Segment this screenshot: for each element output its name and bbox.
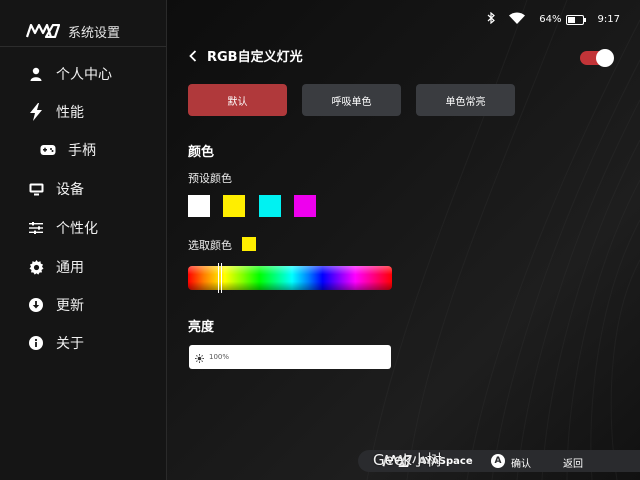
mode-breathing-button[interactable]: 呼吸单色 bbox=[302, 84, 401, 116]
brightness-section-title: 亮度 bbox=[188, 320, 215, 335]
app-title: 系统设置 bbox=[68, 25, 121, 41]
sidebar-item-general[interactable]: 通用 bbox=[28, 255, 84, 279]
sidebar-item-label: 关于 bbox=[56, 336, 84, 352]
download-icon bbox=[28, 297, 44, 313]
sidebar: 系统设置 个人中心 性能 手柄 设备 个性化 通用 更新 关于 bbox=[0, 0, 167, 480]
sidebar-item-device[interactable]: 设备 bbox=[28, 177, 84, 201]
user-icon bbox=[28, 66, 44, 82]
sidebar-item-label: 个性化 bbox=[56, 221, 98, 237]
color-spectrum-slider[interactable] bbox=[188, 263, 392, 293]
picked-color-label: 选取颜色 bbox=[188, 239, 232, 252]
sidebar-item-label: 通用 bbox=[56, 260, 84, 276]
sidebar-item-update[interactable]: 更新 bbox=[28, 293, 84, 317]
sidebar-item-label: 个人中心 bbox=[56, 67, 112, 83]
sun-icon bbox=[195, 348, 204, 367]
sidebar-item-about[interactable]: 关于 bbox=[28, 331, 84, 355]
status-bar: 64% 9:17 bbox=[487, 11, 620, 27]
brightness-value: 100% bbox=[209, 353, 230, 361]
confirm-hint: 确认 bbox=[511, 459, 531, 470]
sidebar-item-label: 性能 bbox=[56, 105, 84, 121]
preset-swatch-white[interactable] bbox=[188, 195, 210, 217]
brightness-slider[interactable]: 100% bbox=[189, 345, 391, 369]
battery: 64% bbox=[539, 14, 586, 25]
info-icon bbox=[28, 335, 44, 351]
battery-percent: 64% bbox=[539, 14, 562, 25]
back-chevron-icon[interactable] bbox=[189, 47, 201, 62]
sidebar-item-profile[interactable]: 个人中心 bbox=[28, 62, 112, 86]
rgb-toggle[interactable] bbox=[580, 49, 614, 67]
spectrum-handle[interactable] bbox=[218, 263, 222, 293]
sidebar-item-label: 设备 bbox=[56, 182, 84, 198]
battery-icon bbox=[565, 14, 586, 25]
mode-default-button[interactable]: 默认 bbox=[188, 84, 287, 116]
display-icon bbox=[28, 181, 44, 197]
brand: 系统设置 bbox=[26, 20, 120, 42]
page-title: RGB自定义灯光 bbox=[207, 50, 303, 65]
lightning-icon bbox=[28, 103, 44, 121]
sidebar-item-gamepad[interactable]: 手柄 bbox=[40, 138, 96, 162]
main-panel: 64% 9:17 RGB自定义灯光 默认 呼吸单色 单色常亮 颜色 预设颜色 选… bbox=[167, 0, 640, 480]
preset-color-label: 预设颜色 bbox=[188, 172, 232, 185]
back-hint: 返回 bbox=[563, 459, 583, 470]
preset-swatch-cyan[interactable] bbox=[259, 195, 281, 217]
clock: 9:17 bbox=[597, 14, 620, 25]
sidebar-item-label: 手柄 bbox=[68, 143, 96, 159]
wifi-icon bbox=[509, 12, 526, 27]
sidebar-item-label: 更新 bbox=[56, 298, 84, 314]
sidebar-item-personalize[interactable]: 个性化 bbox=[28, 216, 98, 240]
picked-color-swatch bbox=[242, 237, 256, 251]
preset-swatch-yellow[interactable] bbox=[223, 195, 245, 217]
watermark: Geek小树 bbox=[373, 451, 442, 469]
gear-icon bbox=[28, 259, 44, 275]
sidebar-item-performance[interactable]: 性能 bbox=[28, 100, 84, 124]
gamepad-icon bbox=[40, 142, 56, 158]
preset-swatch-magenta[interactable] bbox=[294, 195, 316, 217]
bluetooth-icon bbox=[487, 11, 496, 27]
ayaneo-logo bbox=[26, 24, 60, 38]
a-button-icon: A bbox=[491, 454, 505, 468]
mode-solid-button[interactable]: 单色常亮 bbox=[416, 84, 515, 116]
background-pattern bbox=[366, 0, 640, 480]
divider bbox=[0, 46, 166, 47]
sliders-icon bbox=[28, 220, 44, 236]
color-section-title: 颜色 bbox=[188, 145, 215, 160]
